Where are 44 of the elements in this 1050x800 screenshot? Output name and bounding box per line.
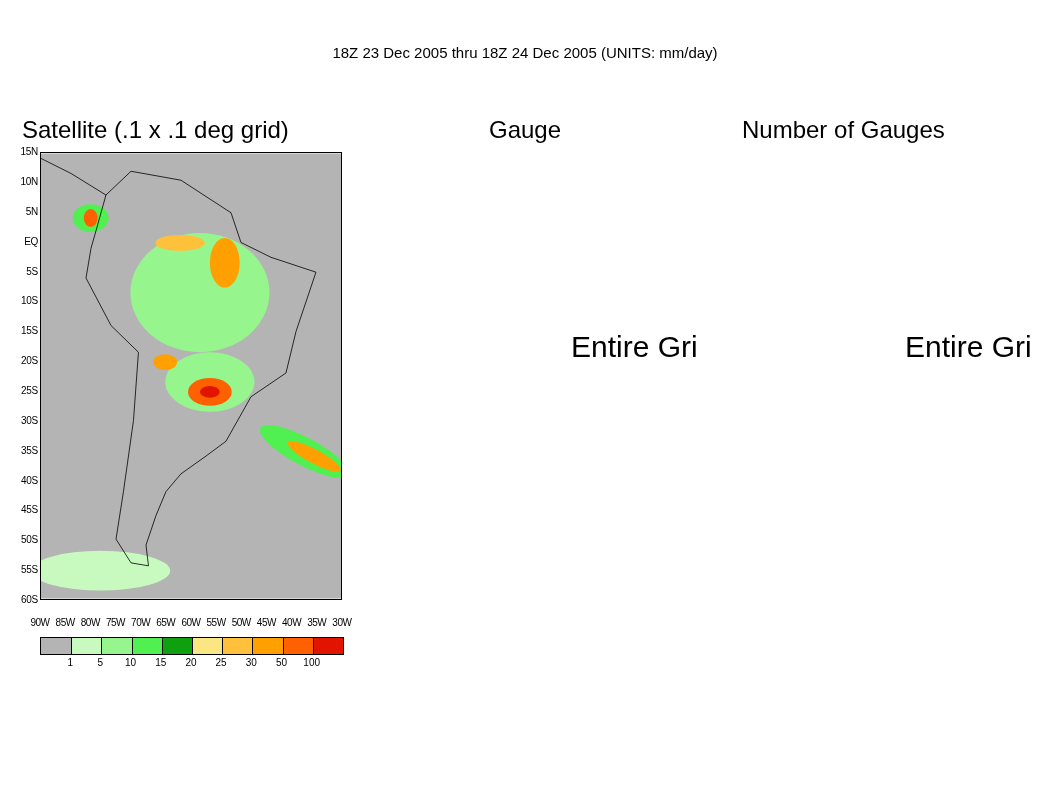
- scale-label: 25: [214, 656, 228, 668]
- latitude-label: 45S: [20, 503, 38, 518]
- panel-title: Number of Gauges: [742, 117, 945, 143]
- plot-title: 18Z 23 Dec 2005 thru 18Z 24 Dec 2005 (UNITS: mm/day): [332, 44, 718, 62]
- scale-label: 20: [184, 656, 198, 668]
- scale-label: 1: [66, 656, 74, 668]
- scale-label: 10: [124, 656, 138, 668]
- latitude-label: 15N: [19, 145, 38, 160]
- longitude-label: 65W: [155, 616, 177, 628]
- longitude-label: 45W: [255, 616, 278, 628]
- longitude-label: 35W: [306, 616, 328, 628]
- panel-title: Satellite (.1 x .1 deg grid): [22, 117, 289, 143]
- latitude-label: 35S: [20, 443, 38, 458]
- scale-label: 100: [302, 656, 322, 668]
- longitude-label: 85W: [54, 616, 76, 628]
- panel-title: Gauge: [489, 117, 562, 143]
- latitude-label: 20S: [20, 354, 38, 369]
- longitude-label: 30W: [331, 616, 353, 628]
- latitude-label: 50S: [20, 533, 38, 548]
- latitude-label: 40S: [20, 473, 38, 488]
- latitude-label: 25S: [20, 383, 38, 398]
- longitude-label: 55W: [205, 616, 227, 628]
- longitude-label: 90W: [29, 616, 51, 628]
- scale-label: 50: [274, 656, 289, 668]
- longitude-label: 75W: [104, 616, 127, 628]
- longitude-label: 60W: [180, 616, 202, 628]
- latitude-label: 5N: [24, 204, 38, 219]
- latitude-label: 55S: [20, 563, 38, 578]
- latitude-label: 10N: [19, 174, 38, 189]
- scale-label: 5: [96, 656, 105, 668]
- status-message: Entire Gri: [905, 330, 1032, 364]
- longitude-label: 50W: [230, 616, 252, 628]
- latitude-label: EQ: [23, 234, 38, 249]
- longitude-label: 70W: [130, 616, 152, 628]
- scale-label: 30: [244, 656, 258, 668]
- latitude-label: 15S: [20, 324, 38, 339]
- latitude-label: 10S: [20, 294, 38, 309]
- latitude-label: 5S: [25, 264, 38, 279]
- longitude-label: 40W: [281, 616, 303, 628]
- latitude-label: 30S: [20, 413, 38, 428]
- latitude-label: 60S: [20, 592, 38, 607]
- status-message: Entire Gri: [571, 330, 698, 364]
- longitude-label: 80W: [79, 616, 102, 628]
- scale-label: 15: [154, 656, 168, 668]
